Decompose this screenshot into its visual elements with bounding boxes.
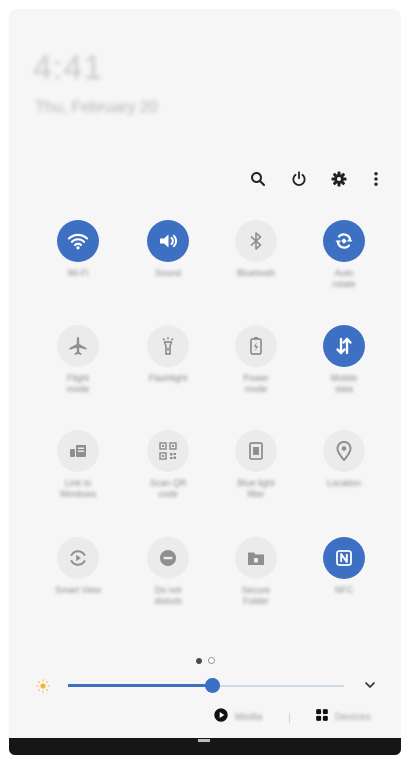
tile-secure-folder[interactable]: Secure Folder xyxy=(216,537,296,607)
nfc-icon xyxy=(336,550,352,566)
tile-toggle[interactable] xyxy=(323,430,365,472)
tile-bluetooth[interactable]: Bluetooth xyxy=(216,220,296,279)
panel-header-icons xyxy=(9,167,401,197)
tile-label: Power mode xyxy=(243,373,269,394)
tile-label: Scan QR code xyxy=(149,478,187,499)
date: Thu, February 20 xyxy=(35,99,158,116)
chevron-down-icon[interactable] xyxy=(362,677,378,698)
tile-toggle[interactable] xyxy=(147,220,189,262)
tile-do-not-disturb[interactable]: Do not disturb xyxy=(128,537,208,607)
tile-toggle[interactable] xyxy=(235,430,277,472)
power-icon[interactable] xyxy=(287,167,311,191)
flashlight-icon xyxy=(162,337,174,355)
wifi-icon xyxy=(67,233,89,250)
tile-mobile-data[interactable]: Mobile data xyxy=(304,325,384,395)
tile-volume[interactable]: Sound xyxy=(128,220,208,279)
tile-label: Smart View xyxy=(55,585,101,595)
play-icon xyxy=(213,707,229,728)
media-button[interactable]: Media xyxy=(213,705,262,729)
tile-label: NFC xyxy=(334,585,354,595)
tile-nfc[interactable]: NFC xyxy=(304,537,384,596)
tile-toggle[interactable] xyxy=(323,325,365,367)
tile-link-to-windows[interactable]: Link to Windows xyxy=(38,430,118,500)
sun-icon xyxy=(35,678,51,699)
tile-flashlight[interactable]: Flashlight xyxy=(128,325,208,384)
tile-qr-code[interactable]: Scan QR code xyxy=(128,430,208,500)
mobile-data-icon xyxy=(336,337,352,355)
media-label: Media xyxy=(235,711,263,723)
grid-icon xyxy=(315,708,329,727)
volume-icon xyxy=(160,234,178,248)
tile-toggle[interactable] xyxy=(57,325,99,367)
page-indicator xyxy=(9,651,401,669)
tile-toggle[interactable] xyxy=(323,537,365,579)
bluetooth-icon xyxy=(250,232,262,250)
clock: 4:41 xyxy=(33,49,104,87)
tile-label: Mobile data xyxy=(330,373,358,394)
home-indicator[interactable] xyxy=(198,739,210,742)
blue-light-icon xyxy=(249,442,263,460)
airplane-icon xyxy=(69,337,87,355)
page-dot-active[interactable] xyxy=(195,658,202,664)
more-vert-icon[interactable] xyxy=(364,167,388,191)
brightness-fill xyxy=(68,684,212,687)
power-mode-icon xyxy=(250,337,262,355)
gear-icon[interactable] xyxy=(327,167,351,191)
tile-label: Location xyxy=(326,478,362,488)
tile-toggle[interactable] xyxy=(235,220,277,262)
search-icon[interactable] xyxy=(246,167,270,191)
tile-auto-rotate[interactable]: Auto rotate xyxy=(304,220,384,290)
brightness-row xyxy=(9,671,401,701)
qr-code-icon xyxy=(159,442,177,460)
tile-wifi[interactable]: Wi-Fi xyxy=(38,220,118,279)
tile-label: Auto rotate xyxy=(332,268,356,289)
auto-rotate-icon xyxy=(335,233,353,249)
tile-toggle[interactable] xyxy=(235,537,277,579)
link-to-windows-icon xyxy=(70,445,86,457)
secure-folder-icon xyxy=(248,552,264,565)
tile-toggle[interactable] xyxy=(57,220,99,262)
tile-label: Link to Windows xyxy=(59,478,97,499)
tile-toggle[interactable] xyxy=(235,325,277,367)
page-dot[interactable] xyxy=(207,657,215,664)
notification-panel: 4:41 Thu, February 20 Wi-Fi Sound Bluetoot… xyxy=(9,9,401,755)
tile-label: Sound xyxy=(154,268,182,278)
brightness-thumb[interactable] xyxy=(205,678,220,693)
tile-toggle[interactable] xyxy=(57,430,99,472)
tile-blue-light[interactable]: Blue light filter xyxy=(216,430,296,500)
tile-label: Flight mode xyxy=(66,373,90,394)
divider xyxy=(289,713,290,723)
tile-label: Do not disturb xyxy=(154,585,182,606)
tile-label: Secure Folder xyxy=(241,585,271,606)
tile-toggle[interactable] xyxy=(323,220,365,262)
tile-location[interactable]: Location xyxy=(304,430,384,489)
tile-airplane[interactable]: Flight mode xyxy=(38,325,118,395)
devices-button[interactable]: Devices xyxy=(315,705,371,729)
tile-label: Wi-Fi xyxy=(67,268,89,278)
do-not-disturb-icon xyxy=(160,550,176,566)
tile-toggle[interactable] xyxy=(147,325,189,367)
tile-label: Flashlight xyxy=(148,373,188,383)
tile-toggle[interactable] xyxy=(57,537,99,579)
smart-view-icon xyxy=(70,550,86,566)
devices-label: Devices xyxy=(335,711,371,723)
tile-smart-view[interactable]: Smart View xyxy=(38,537,118,596)
tile-power-mode[interactable]: Power mode xyxy=(216,325,296,395)
tile-label: Blue light filter xyxy=(237,478,275,499)
panel-bottom-bar: Media Devices xyxy=(9,705,401,731)
tile-toggle[interactable] xyxy=(147,537,189,579)
location-icon xyxy=(336,441,352,462)
tile-toggle[interactable] xyxy=(147,430,189,472)
tile-label: Bluetooth xyxy=(236,268,276,278)
